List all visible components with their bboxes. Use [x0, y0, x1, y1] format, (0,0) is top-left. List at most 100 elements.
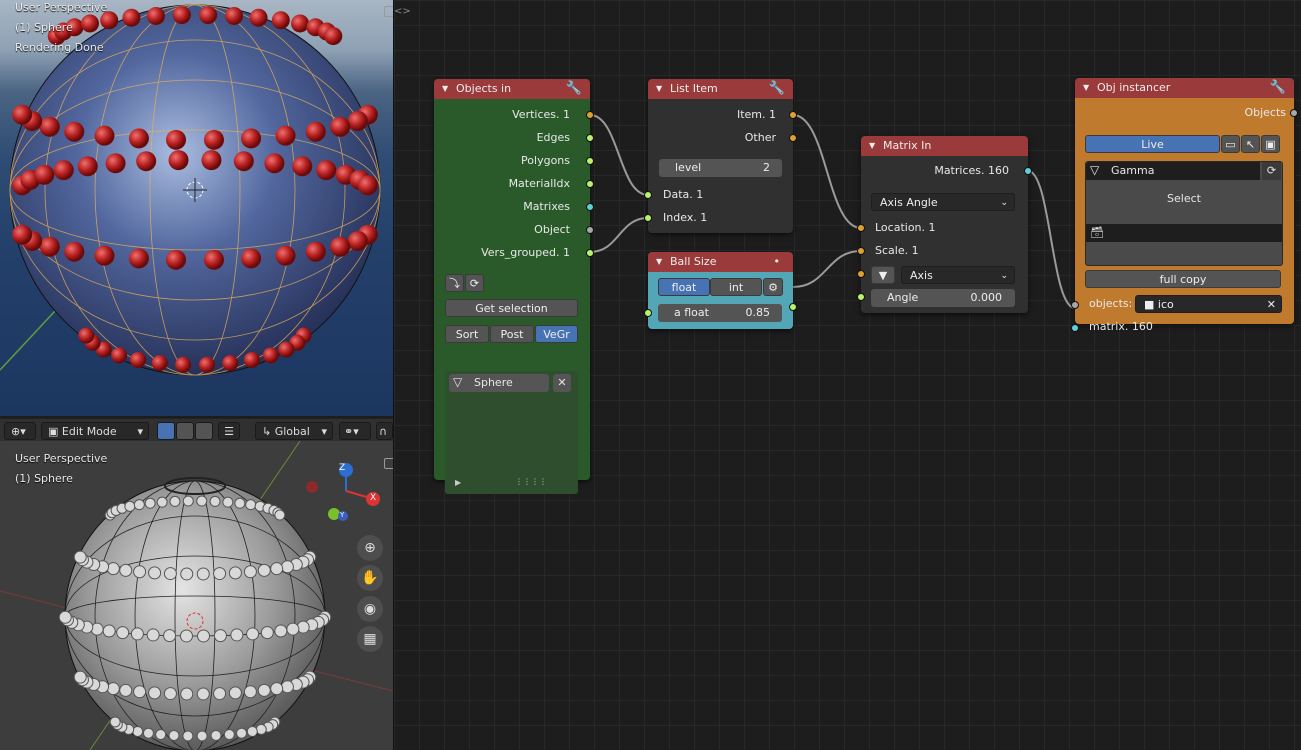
input-socket-matrix[interactable] — [1071, 324, 1079, 332]
collapse-triangle-icon[interactable]: ▼ — [442, 79, 448, 99]
float-value-field[interactable]: a float 0.85 — [658, 304, 782, 322]
output-socket-objects[interactable] — [1290, 109, 1298, 117]
input-socket-scale[interactable] — [857, 247, 865, 255]
mode-dropdown[interactable]: Axis Angle ⌄ — [871, 193, 1015, 211]
node-header[interactable]: ▼ Obj instancer 🔧 — [1075, 78, 1294, 98]
live-toggle[interactable]: Live — [1085, 135, 1220, 153]
node-objects-in[interactable]: ▼ Objects in 🔧 Vertices. 1 Edges Polygon… — [434, 79, 594, 494]
output-socket-item[interactable] — [789, 111, 797, 119]
output-socket-other[interactable] — [789, 134, 797, 142]
output-socket-vers-grouped[interactable] — [586, 249, 594, 257]
snap-toggle[interactable]: ∩ — [376, 422, 393, 440]
node-header[interactable]: ▼ Matrix In — [861, 136, 1028, 156]
node-header[interactable]: ▼ List Item 🔧 — [648, 79, 793, 99]
objects-field[interactable]: ■ ico ✕ — [1135, 295, 1282, 313]
instance-ball — [106, 562, 120, 576]
instance-ball — [241, 248, 262, 269]
menu-icon[interactable]: ☰ — [218, 422, 240, 440]
list-item[interactable]: ▽ Sphere — [449, 374, 549, 392]
post-toggle[interactable]: Post — [490, 325, 534, 343]
output-socket-float[interactable] — [789, 303, 797, 311]
gizmo-y-label[interactable]: Y — [340, 511, 344, 519]
input-socket-data[interactable] — [644, 191, 652, 199]
viewport-corner-handle[interactable] — [384, 458, 393, 469]
sort-toggle[interactable]: Sort — [445, 325, 489, 343]
full-copy-button[interactable]: full copy — [1085, 270, 1281, 288]
grid-icon[interactable]: ▦ — [357, 626, 383, 652]
node-editor[interactable]: <> ▼ Objects in 🔧 Vertices. 1 Edges Poly… — [394, 0, 1301, 750]
input-socket-axis[interactable] — [857, 270, 865, 278]
vegr-toggle[interactable]: VeGr — [535, 325, 578, 343]
viewport-corner-handle[interactable] — [384, 6, 393, 17]
select-button[interactable]: Select — [1086, 192, 1282, 205]
axis-expand-button[interactable]: ▼ — [871, 266, 895, 284]
mesh-selector[interactable]: ▽ Gamma — [1086, 162, 1260, 180]
get-selection-button[interactable]: Get selection — [445, 299, 578, 317]
close-icon[interactable]: ✕ — [1267, 296, 1276, 314]
archive-row[interactable]: 🗃 — [1086, 224, 1282, 242]
input-socket-location[interactable] — [857, 224, 865, 232]
refresh-icon[interactable]: ⟳ — [465, 274, 484, 292]
edge-select-button[interactable] — [176, 422, 194, 440]
edit-viewport[interactable]: User Perspective (1) Sphere Z X Y ⊕ ✋ ◉ … — [0, 441, 393, 750]
cursor-icon[interactable]: ↖ — [1241, 135, 1260, 153]
collapse-triangle-icon[interactable]: ▼ — [656, 252, 662, 272]
wrench-icon[interactable]: 🔧 — [769, 79, 785, 99]
node-header[interactable]: ▼ Ball Size • — [648, 252, 793, 272]
wrench-icon[interactable]: 🔧 — [566, 79, 582, 99]
node-ball-size[interactable]: ▼ Ball Size • float int ⚙ a float 0.85 — [644, 252, 797, 329]
wrench-icon[interactable]: 🔧 — [1270, 78, 1286, 98]
mode-selector[interactable]: ▣ Edit Mode ▾ — [41, 422, 149, 440]
output-socket-polygons[interactable] — [586, 157, 594, 165]
input-socket-float[interactable] — [644, 309, 652, 317]
gear-icon[interactable]: ⚙ — [763, 278, 783, 296]
input-socket-objects[interactable] — [1071, 301, 1079, 309]
output-socket-matrixes[interactable] — [586, 203, 594, 211]
gizmo-x-label[interactable]: X — [370, 493, 376, 503]
pivot-selector[interactable]: ⚭▾ — [339, 422, 371, 440]
collapse-triangle-icon[interactable]: ▼ — [656, 79, 662, 99]
instance-ball — [182, 730, 194, 742]
close-icon[interactable]: ✕ — [553, 374, 571, 392]
resize-grip-icon[interactable]: ⋮⋮⋮⋮ — [515, 477, 547, 486]
monitor-icon[interactable]: ▭ — [1221, 135, 1240, 153]
level-field[interactable]: level 2 — [659, 159, 782, 177]
axis-dropdown[interactable]: Axis ⌄ — [901, 266, 1015, 284]
chevron-down-icon: ⌄ — [1000, 271, 1008, 281]
collapse-triangle-icon[interactable]: ▼ — [1083, 78, 1089, 98]
pan-hand-icon[interactable]: ✋ — [357, 565, 383, 591]
node-obj-instancer[interactable]: ▼ Obj instancer 🔧 Objects Live ▭ ↖ ▣ ▽ G… — [1071, 78, 1298, 333]
input-socket-angle[interactable] — [857, 293, 865, 301]
node-matrix-in[interactable]: ▼ Matrix In Matrices. 160 Axis Angle ⌄ L… — [857, 136, 1032, 313]
output-socket-matrices[interactable] — [1024, 167, 1032, 175]
orientation-selector[interactable]: ↳ Global ▾ — [255, 422, 333, 440]
output-socket-vertices[interactable] — [586, 111, 594, 119]
output-socket-materialidx[interactable] — [586, 180, 594, 188]
modifier-toggle-icon[interactable]: ⤵ — [445, 274, 464, 292]
editor-type-selector[interactable]: ⊕▾ — [4, 422, 36, 440]
node-list-item[interactable]: ▼ List Item 🔧 Item. 1 Other level 2 Data… — [644, 79, 797, 233]
float-toggle[interactable]: float — [658, 278, 710, 296]
node-body: Objects Live ▭ ↖ ▣ ▽ Gamma ⟳ Select 🗃 fu… — [1071, 98, 1298, 333]
vertex-select-button[interactable] — [157, 422, 175, 440]
instance-ball — [119, 563, 133, 577]
render-viewport[interactable]: User Perspective (1) Sphere Rendering Do… — [0, 0, 393, 416]
zoom-icon[interactable]: ⊕ — [357, 535, 383, 561]
camera-icon[interactable]: ▣ — [1261, 135, 1280, 153]
output-socket-object[interactable] — [586, 226, 594, 234]
output-socket-edges[interactable] — [586, 134, 594, 142]
expand-triangle-icon[interactable]: ▶ — [455, 478, 461, 487]
angle-field[interactable]: Angle 0.000 — [871, 289, 1015, 307]
node-header[interactable]: ▼ Objects in 🔧 — [434, 79, 590, 99]
instance-ball — [196, 495, 208, 507]
input-socket-index[interactable] — [644, 214, 652, 222]
object-list[interactable]: ▽ Sphere ✕ ▶ ⋮⋮⋮⋮ — [445, 371, 578, 494]
camera-icon[interactable]: ◉ — [357, 596, 383, 622]
refresh-icon[interactable]: ⟳ — [1262, 162, 1281, 180]
mesh-datablock-panel: ▽ Gamma ⟳ Select 🗃 — [1085, 161, 1283, 266]
gizmo-z-label[interactable]: Z — [339, 463, 345, 473]
mesh-name: Gamma — [1111, 164, 1155, 177]
collapse-triangle-icon[interactable]: ▼ — [869, 136, 875, 156]
face-select-button[interactable] — [195, 422, 213, 440]
int-toggle[interactable]: int — [710, 278, 762, 296]
